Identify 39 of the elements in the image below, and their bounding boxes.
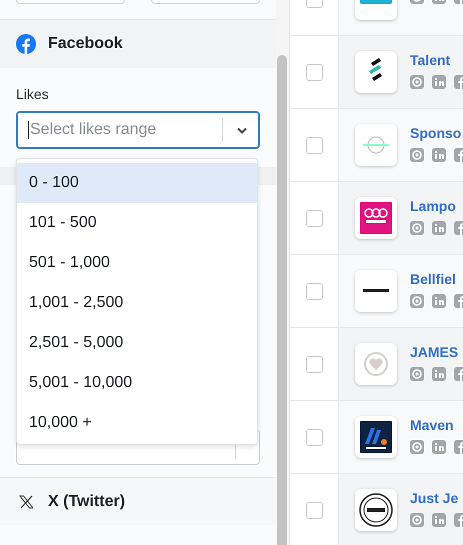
- dropdown-option[interactable]: 10,000 +: [17, 403, 257, 443]
- facebook-icon: [16, 34, 36, 54]
- dropdown-option[interactable]: 101 - 500: [17, 203, 257, 243]
- row-checkbox[interactable]: [306, 356, 322, 372]
- company-name-link[interactable]: Bellfiel: [410, 270, 463, 288]
- company-name-link[interactable]: Sponso: [410, 124, 463, 142]
- section-title: Facebook: [48, 35, 123, 53]
- company-name-link[interactable]: Lampo: [410, 196, 463, 214]
- input-field[interactable]: [16, 0, 125, 4]
- row-checkbox[interactable]: [306, 428, 322, 446]
- company-name-link[interactable]: JAMES: [410, 342, 463, 360]
- row-checkbox[interactable]: [306, 282, 322, 300]
- row-checkbox[interactable]: [306, 64, 322, 80]
- company-logo-icon: [355, 343, 397, 385]
- dropdown-option[interactable]: 501 - 1,000: [17, 243, 257, 283]
- input-field[interactable]: [151, 0, 260, 4]
- dropdown-option[interactable]: 5,001 - 10,000: [17, 363, 257, 403]
- company-logo-icon: [355, 489, 397, 531]
- field-label: Likes: [16, 86, 50, 102]
- dropdown-option[interactable]: 1,001 - 2,500: [17, 283, 257, 323]
- company-logo-icon: [355, 270, 397, 312]
- row-checkbox[interactable]: [306, 502, 322, 518]
- company-name-link[interactable]: Just Je: [410, 488, 463, 506]
- company-name-link[interactable]: Talent: [410, 50, 463, 68]
- scrollbar[interactable]: [276, 0, 290, 545]
- section-header[interactable]: Facebook: [0, 19, 276, 68]
- row-checkbox[interactable]: [306, 136, 322, 154]
- dropdown-option[interactable]: 0 - 100: [17, 163, 257, 203]
- dropdown-option[interactable]: 2,501 - 5,000: [17, 323, 257, 363]
- section-title: X (Twitter): [48, 492, 126, 510]
- company-logo-icon: [355, 124, 397, 166]
- company-logo-icon: [355, 416, 397, 458]
- x-logo-icon: [19, 494, 33, 508]
- section-header[interactable]: X (Twitter): [0, 477, 276, 525]
- scrollbar-thumb[interactable]: [277, 55, 287, 545]
- company-logo-icon: [355, 197, 397, 239]
- row-checkbox[interactable]: [306, 210, 322, 226]
- company-logo-icon: [355, 51, 397, 93]
- company-name-link[interactable]: Maven: [410, 416, 463, 434]
